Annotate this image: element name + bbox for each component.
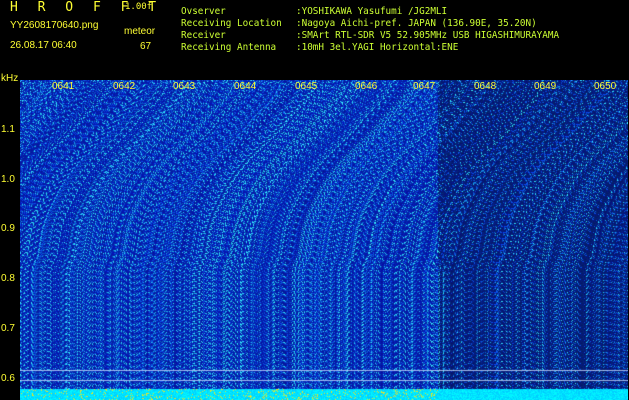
x-tick: 0646 (355, 81, 378, 92)
meteor-label: meteor (124, 26, 156, 37)
filename-label: YY2608170640.png (10, 20, 99, 31)
info-observer-value: :YOSHIKAWA Yasufumi /JG2MLI (296, 6, 448, 17)
info-antenna-value: :10mH 3el.YAGI Horizontal:ENE (296, 42, 459, 53)
x-tick: 0642 (113, 81, 136, 92)
info-receiver-value: :SMArt RTL-SDR V5 52.905MHz USB HIGASHIM… (296, 30, 560, 41)
meteor-count: 67 (140, 41, 152, 52)
y-axis-unit: kHz (1, 73, 19, 84)
x-tick: 0643 (173, 81, 196, 92)
waterfall-spectrogram (20, 80, 628, 400)
y-tick: 0.7 (1, 323, 15, 334)
x-tick: 0648 (474, 81, 497, 92)
info-receiver: Receiver (181, 30, 226, 41)
datetime-label: 26.08.17 06:40 (10, 40, 77, 51)
y-tick: 1.0 (1, 174, 15, 185)
info-location-value: :Nagoya Aichi-pref. JAPAN (136.90E, 35.2… (296, 18, 537, 29)
x-tick: 0649 (534, 81, 557, 92)
info-location: Receiving Location (181, 18, 282, 29)
x-tick: 0650 (594, 81, 617, 92)
info-antenna: Receiving Antenna (181, 42, 277, 53)
info-observer: Ovserver (181, 6, 226, 17)
header-panel: H R O F F T 1.00f YY2608170640.png meteo… (0, 0, 629, 84)
version-label: 1.00f (125, 2, 153, 12)
x-tick: 0647 (413, 81, 436, 92)
x-tick: 0645 (295, 81, 318, 92)
x-tick: 0644 (234, 81, 257, 92)
y-tick: 1.1 (1, 124, 15, 135)
y-tick: 0.8 (1, 273, 15, 284)
y-tick: 0.9 (1, 223, 15, 234)
y-tick: 0.6 (1, 373, 15, 384)
x-tick: 0641 (52, 81, 75, 92)
